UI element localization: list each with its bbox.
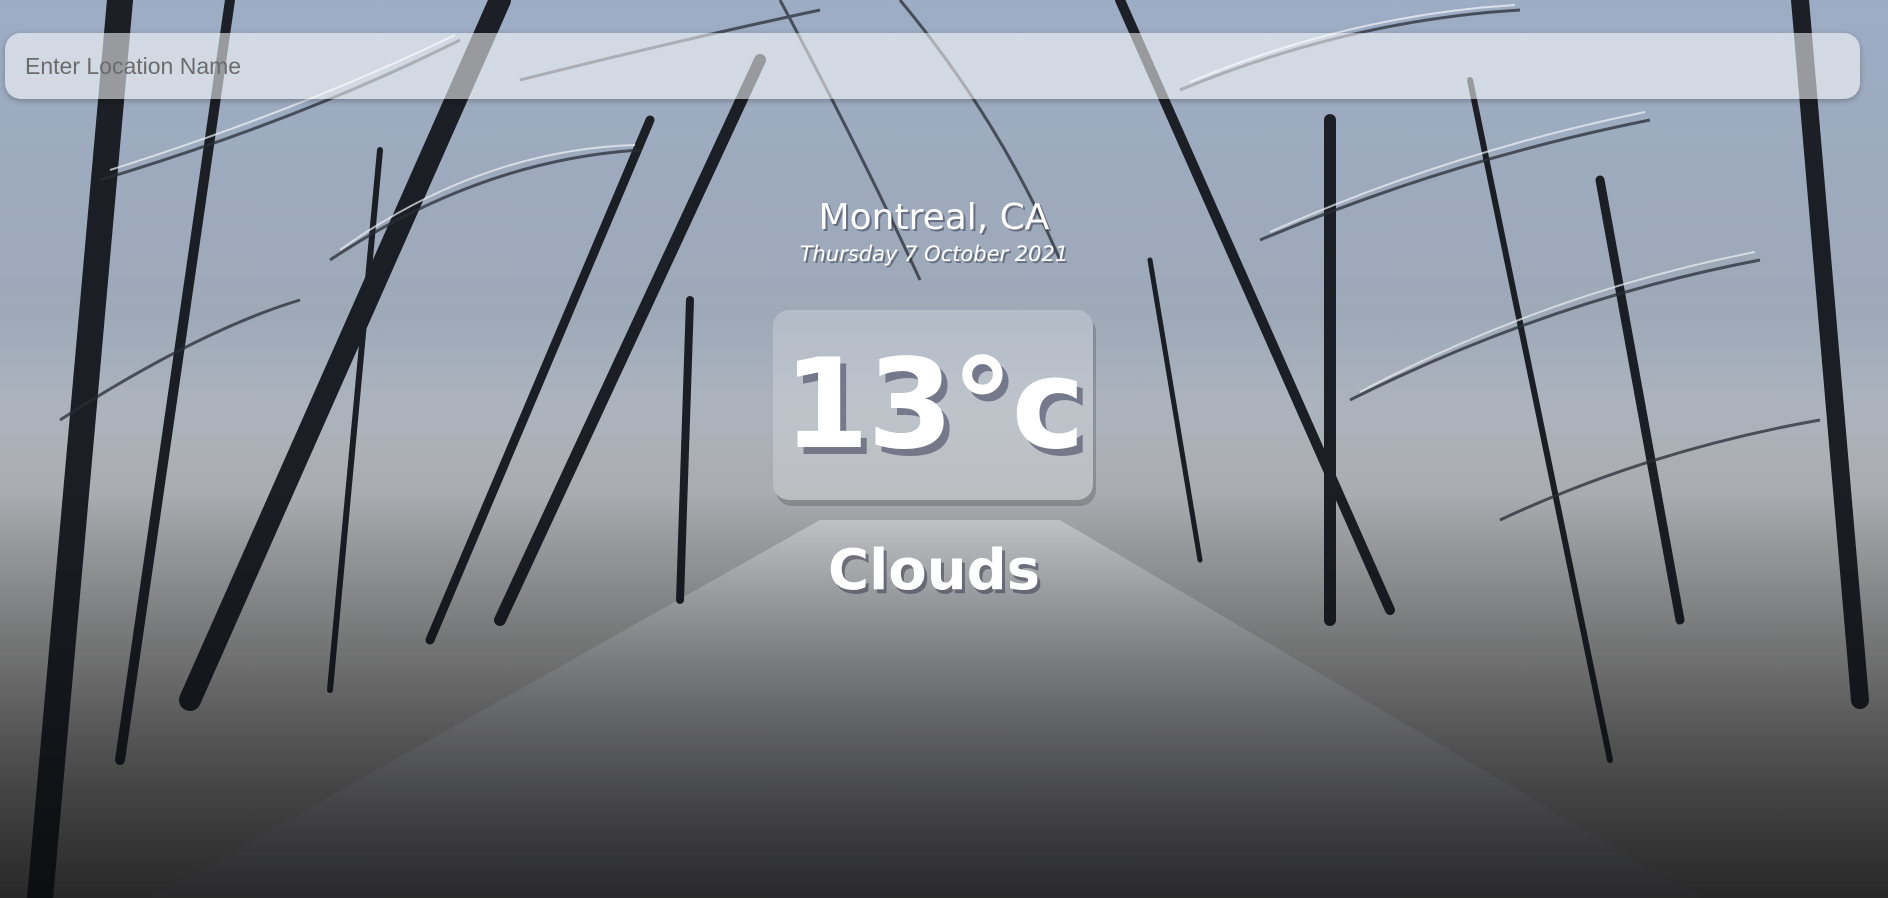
temperature-card: 13°c — [773, 310, 1093, 500]
current-date: Thursday 7 October 2021 — [799, 242, 1069, 266]
location-search-input[interactable] — [5, 33, 1860, 99]
location-name: Montreal, CA — [818, 197, 1050, 238]
location-box: Montreal, CA Thursday 7 October 2021 — [0, 196, 1868, 268]
temperature-value: 13°c — [782, 333, 1085, 477]
weather-condition: Clouds — [827, 538, 1041, 603]
weather-app: Montreal, CA Thursday 7 October 2021 13°… — [0, 0, 1888, 898]
